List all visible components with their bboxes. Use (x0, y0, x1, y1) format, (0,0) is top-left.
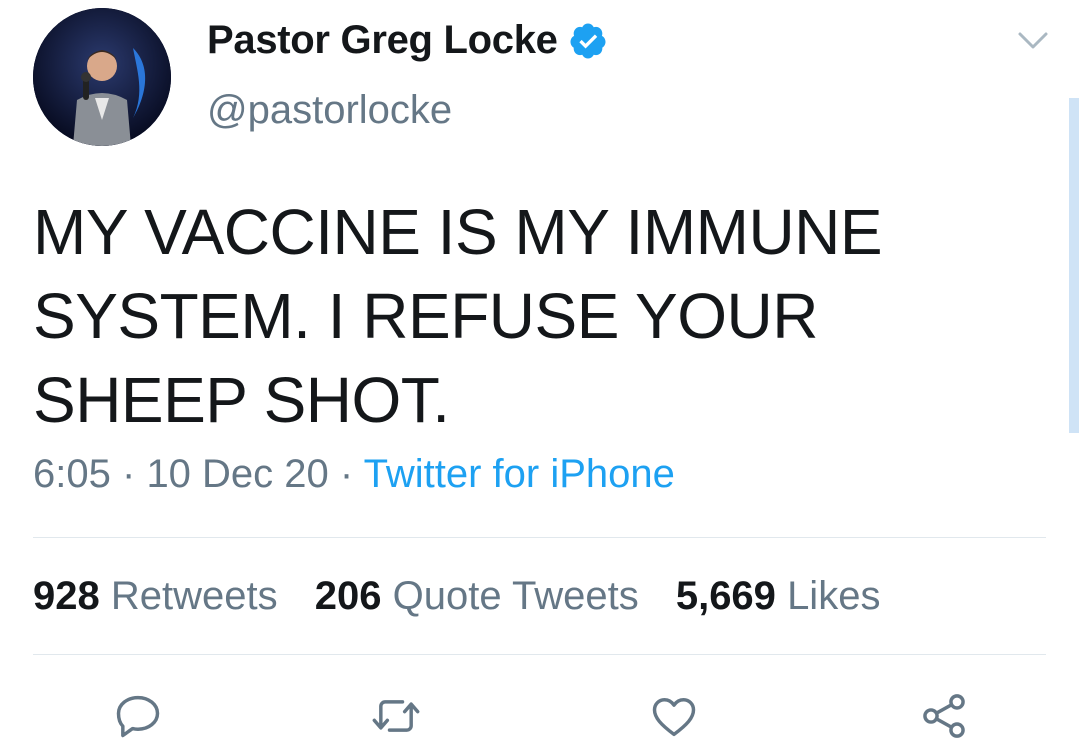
meta-separator: · (339, 452, 354, 496)
quote-tweets-count: 206 (314, 574, 382, 618)
reply-icon[interactable] (112, 690, 164, 742)
retweets-stat[interactable]: 928 Retweets (33, 574, 289, 618)
like-icon[interactable] (648, 690, 700, 742)
retweets-count: 928 (33, 574, 100, 618)
tweet-stats: 928 Retweets 206 Quote Tweets 5,669 Like… (33, 574, 906, 619)
avatar[interactable] (33, 8, 171, 146)
quote-tweets-label: Quote Tweets (392, 574, 639, 618)
retweets-label: Retweets (110, 574, 278, 618)
likes-stat[interactable]: 5,669 Likes (676, 574, 881, 618)
quote-tweets-stat[interactable]: 206 Quote Tweets (315, 574, 650, 618)
verified-badge-icon (570, 23, 606, 58)
handle[interactable]: @pastorlocke (207, 88, 452, 133)
tweet-source-link[interactable]: Twitter for iPhone (364, 452, 675, 496)
divider (33, 537, 1046, 538)
likes-label: Likes (787, 574, 881, 618)
tweet-text: MY VACCINE IS MY IMMUNE SYSTEM. I REFUSE… (33, 196, 883, 436)
display-name[interactable]: Pastor Greg Locke (207, 18, 558, 63)
tweet-date[interactable]: 10 Dec 20 (146, 452, 328, 496)
chevron-down-icon[interactable] (1016, 30, 1050, 52)
tweet-meta: 6:05 · 10 Dec 20 · Twitter for iPhone (33, 452, 675, 497)
divider (33, 654, 1046, 655)
share-icon[interactable] (918, 690, 970, 742)
tweet-time[interactable]: 6:05 (33, 452, 111, 496)
retweet-icon[interactable] (370, 690, 422, 742)
meta-separator: · (121, 452, 136, 496)
scrollbar[interactable] (1069, 98, 1079, 433)
likes-count: 5,669 (675, 574, 776, 618)
